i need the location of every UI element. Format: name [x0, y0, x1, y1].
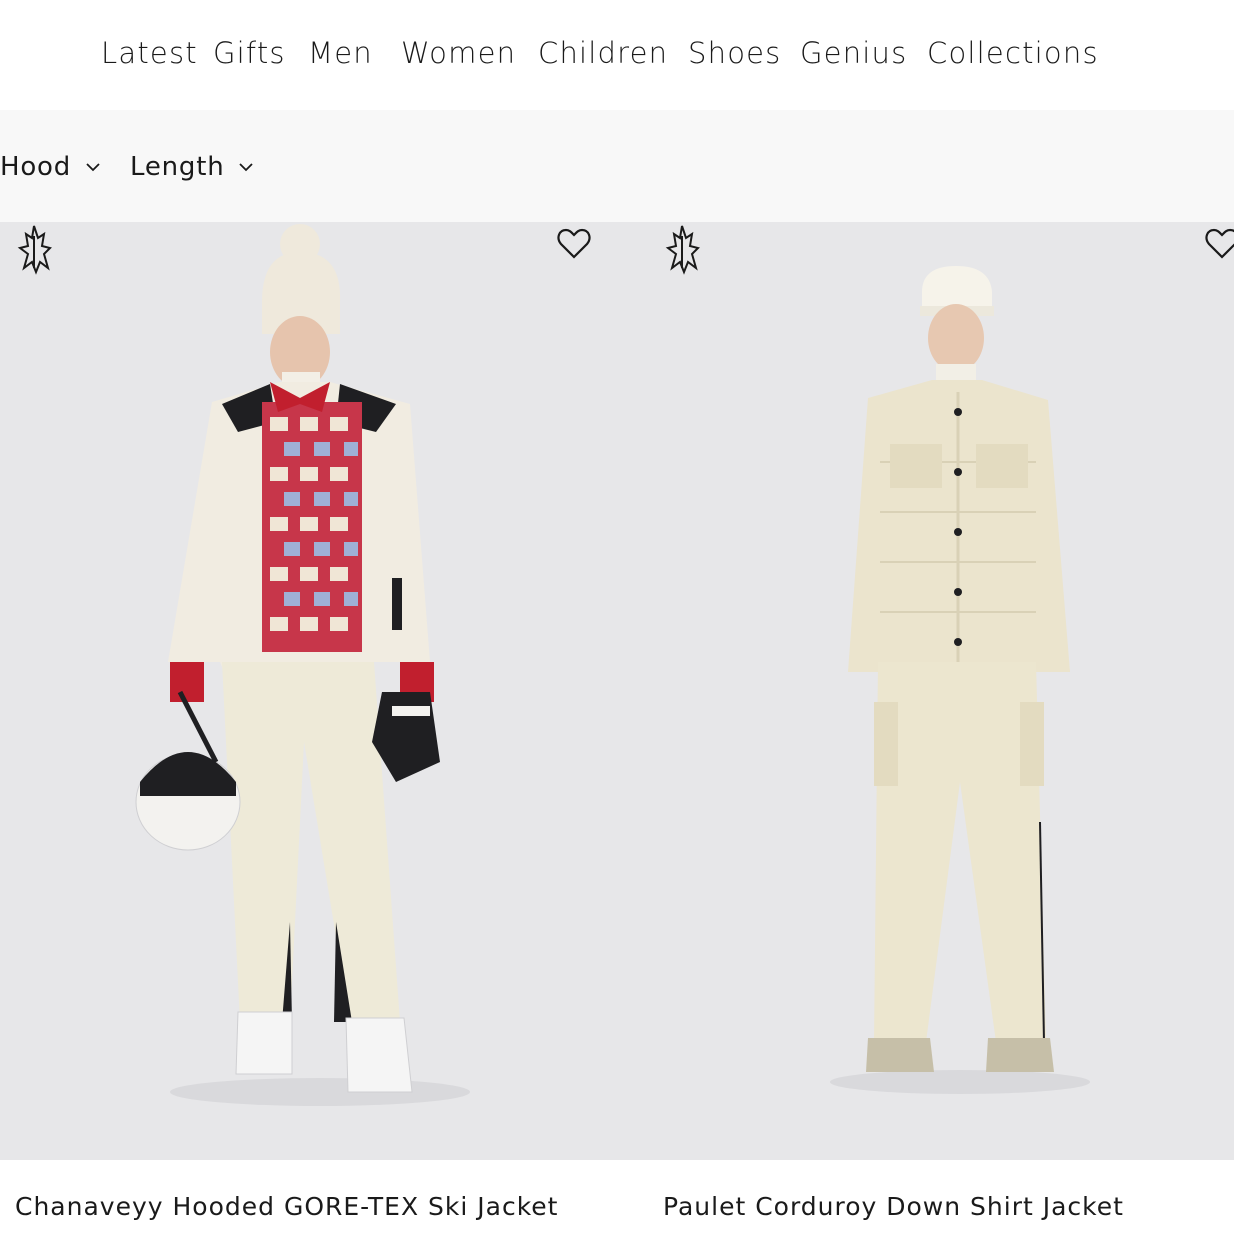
- filter-bar: Hood Length: [0, 110, 1234, 222]
- chevron-down-icon: [86, 163, 100, 172]
- nav-item-shoes[interactable]: Shoes: [688, 36, 781, 70]
- grenoble-logo-icon: [665, 225, 700, 275]
- chevron-down-icon: [239, 163, 254, 172]
- nav-item-women[interactable]: Women: [401, 36, 516, 70]
- nav-item-children[interactable]: Children: [538, 36, 668, 70]
- nav-item-men[interactable]: Men: [308, 36, 373, 70]
- filter-hood-dropdown[interactable]: Hood: [0, 150, 101, 184]
- product-image[interactable]: [0, 222, 630, 1160]
- filter-label: Length: [130, 152, 225, 182]
- nav-item-genius[interactable]: Genius: [800, 36, 907, 70]
- product-card: Chanaveyy Hooded GORE-TEX Ski Jacket: [0, 222, 630, 1236]
- product-title[interactable]: Paulet Corduroy Down Shirt Jacket: [663, 1192, 1124, 1221]
- nav-item-latest[interactable]: Latest: [101, 36, 198, 70]
- nav-item-collections[interactable]: Collections: [927, 36, 1099, 70]
- main-navigation: Latest Gifts Men Women Children Shoes Ge…: [0, 0, 1234, 110]
- model-ski-outfit-illustration: [135, 224, 470, 1106]
- product-card: Paulet Corduroy Down Shirt Jacket: [630, 222, 1234, 1236]
- filter-length-dropdown[interactable]: Length: [130, 150, 254, 184]
- nav-item-gifts[interactable]: Gifts: [213, 36, 286, 70]
- model-corduroy-outfit-illustration: [830, 266, 1090, 1094]
- heart-icon[interactable]: [1204, 226, 1234, 262]
- filter-label: Hood: [0, 152, 72, 182]
- product-image[interactable]: [630, 222, 1234, 1160]
- grenoble-logo-icon: [17, 225, 52, 275]
- heart-icon[interactable]: [556, 226, 592, 262]
- product-title[interactable]: Chanaveyy Hooded GORE-TEX Ski Jacket: [15, 1192, 558, 1221]
